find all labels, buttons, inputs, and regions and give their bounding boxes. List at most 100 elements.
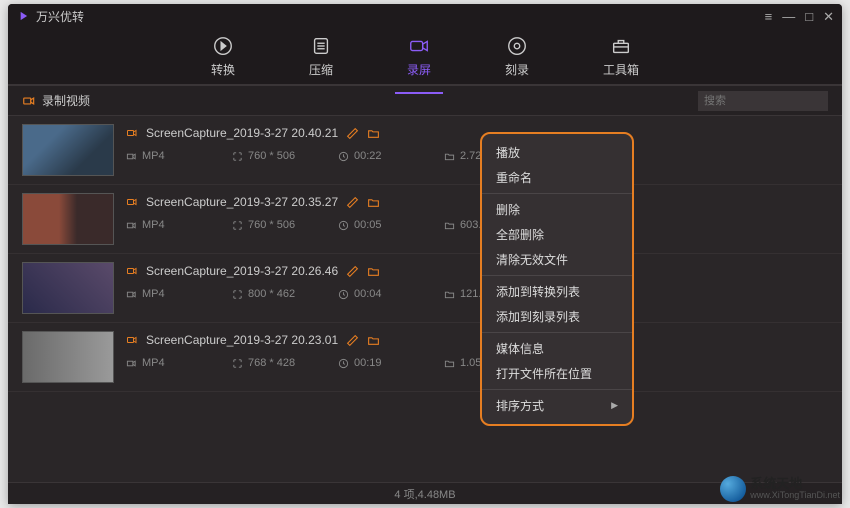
- nav-convert[interactable]: 转换: [203, 29, 243, 84]
- nav-label: 刻录: [505, 61, 529, 78]
- folder-icon[interactable]: [367, 127, 380, 140]
- thumbnail[interactable]: [22, 331, 114, 383]
- menu-sort-by[interactable]: 排序方式▶: [482, 393, 632, 418]
- camera-icon: [22, 94, 36, 108]
- globe-icon: [720, 476, 746, 502]
- menu-delete[interactable]: 删除: [482, 197, 632, 222]
- convert-icon: [212, 35, 234, 57]
- edit-icon[interactable]: [346, 196, 359, 209]
- file-resolution: 760 * 506: [248, 219, 295, 231]
- camera-icon: [126, 127, 138, 139]
- nav-toolbox[interactable]: 工具箱: [595, 29, 647, 84]
- file-duration: 00:04: [354, 288, 382, 300]
- menu-delete-all[interactable]: 全部删除: [482, 222, 632, 247]
- thumbnail[interactable]: [22, 193, 114, 245]
- menu-separator: [482, 275, 632, 276]
- chevron-right-icon: ▶: [611, 400, 618, 411]
- clock-icon: [338, 289, 349, 300]
- status-bar: 4 项,4.48MB: [8, 482, 842, 504]
- list-item[interactable]: ScreenCapture_2019-3-27 20.26.46 MP4 800…: [8, 254, 842, 323]
- nav-burn[interactable]: 刻录: [497, 29, 537, 84]
- file-resolution: 768 * 428: [248, 357, 295, 369]
- toolbox-icon: [610, 35, 632, 57]
- menu-add-to-convert[interactable]: 添加到转换列表: [482, 279, 632, 304]
- folder-icon[interactable]: [367, 196, 380, 209]
- edit-icon[interactable]: [346, 127, 359, 140]
- nav-record[interactable]: 录屏: [399, 29, 439, 84]
- camera-icon: [126, 196, 138, 208]
- app-title: 万兴优转: [36, 8, 765, 25]
- file-name: ScreenCapture_2019-3-27 20.26.46: [146, 264, 338, 278]
- format-icon: [126, 289, 137, 300]
- nav-label: 转换: [211, 61, 235, 78]
- size-folder-icon: [444, 220, 455, 231]
- menu-play[interactable]: 播放: [482, 140, 632, 165]
- resolution-icon: [232, 289, 243, 300]
- size-folder-icon: [444, 358, 455, 369]
- file-format: MP4: [142, 219, 165, 231]
- folder-icon[interactable]: [367, 334, 380, 347]
- thumbnail[interactable]: [22, 124, 114, 176]
- watermark-url: www.XiTongTianDi.net: [750, 491, 840, 501]
- menu-rename[interactable]: 重命名: [482, 165, 632, 190]
- file-name: ScreenCapture_2019-3-27 20.40.21: [146, 126, 338, 140]
- maximize-button[interactable]: □: [805, 10, 813, 23]
- format-icon: [126, 220, 137, 231]
- resolution-icon: [232, 151, 243, 162]
- nav-compress[interactable]: 压缩: [301, 29, 341, 84]
- menu-separator: [482, 193, 632, 194]
- watermark-name: 系统天地: [750, 477, 840, 491]
- record-icon: [408, 35, 430, 57]
- menu-clear-invalid[interactable]: 清除无效文件: [482, 247, 632, 272]
- menu-open-location[interactable]: 打开文件所在位置: [482, 361, 632, 386]
- file-duration: 00:05: [354, 219, 382, 231]
- compress-icon: [310, 35, 332, 57]
- minimize-button[interactable]: —: [782, 10, 795, 23]
- search-input[interactable]: [698, 91, 828, 111]
- menu-icon[interactable]: ≡: [765, 10, 773, 23]
- edit-icon[interactable]: [346, 265, 359, 278]
- watermark: 系统天地 www.XiTongTianDi.net: [720, 476, 840, 502]
- camera-icon: [126, 265, 138, 277]
- menu-media-info[interactable]: 媒体信息: [482, 336, 632, 361]
- file-list: ScreenCapture_2019-3-27 20.40.21 MP4 760…: [8, 116, 842, 482]
- file-name: ScreenCapture_2019-3-27 20.23.01: [146, 333, 338, 347]
- burn-icon: [506, 35, 528, 57]
- size-folder-icon: [444, 289, 455, 300]
- nav-label: 录屏: [407, 61, 431, 78]
- file-format: MP4: [142, 150, 165, 162]
- file-duration: 00:22: [354, 150, 382, 162]
- clock-icon: [338, 220, 349, 231]
- camera-icon: [126, 334, 138, 346]
- titlebar: 万兴优转 ≡ — □ ✕: [8, 4, 842, 28]
- edit-icon[interactable]: [346, 334, 359, 347]
- context-menu: 播放 重命名 删除 全部删除 清除无效文件 添加到转换列表 添加到刻录列表 媒体…: [480, 132, 634, 426]
- thumbnail[interactable]: [22, 262, 114, 314]
- nav-label: 工具箱: [603, 61, 639, 78]
- menu-separator: [482, 389, 632, 390]
- app-window: 万兴优转 ≡ — □ ✕ 转换 压缩 录屏: [8, 4, 842, 504]
- file-name: ScreenCapture_2019-3-27 20.35.27: [146, 195, 338, 209]
- size-folder-icon: [444, 151, 455, 162]
- close-button[interactable]: ✕: [823, 10, 834, 23]
- status-summary: 4 项,4.48MB: [394, 486, 455, 502]
- format-icon: [126, 151, 137, 162]
- resolution-icon: [232, 358, 243, 369]
- menu-add-to-burn[interactable]: 添加到刻录列表: [482, 304, 632, 329]
- file-format: MP4: [142, 288, 165, 300]
- file-resolution: 800 * 462: [248, 288, 295, 300]
- menu-separator: [482, 332, 632, 333]
- folder-icon[interactable]: [367, 265, 380, 278]
- nav-label: 压缩: [309, 61, 333, 78]
- resolution-icon: [232, 220, 243, 231]
- list-item[interactable]: ScreenCapture_2019-3-27 20.40.21 MP4 760…: [8, 116, 842, 185]
- window-controls: ≡ — □ ✕: [765, 10, 834, 23]
- list-item[interactable]: ScreenCapture_2019-3-27 20.23.01 MP4 768…: [8, 323, 842, 392]
- clock-icon: [338, 358, 349, 369]
- format-icon: [126, 358, 137, 369]
- clock-icon: [338, 151, 349, 162]
- list-item[interactable]: ScreenCapture_2019-3-27 20.35.27 MP4 760…: [8, 185, 842, 254]
- subheader: 录制视频: [8, 86, 842, 116]
- file-resolution: 760 * 506: [248, 150, 295, 162]
- section-title: 录制视频: [42, 92, 698, 109]
